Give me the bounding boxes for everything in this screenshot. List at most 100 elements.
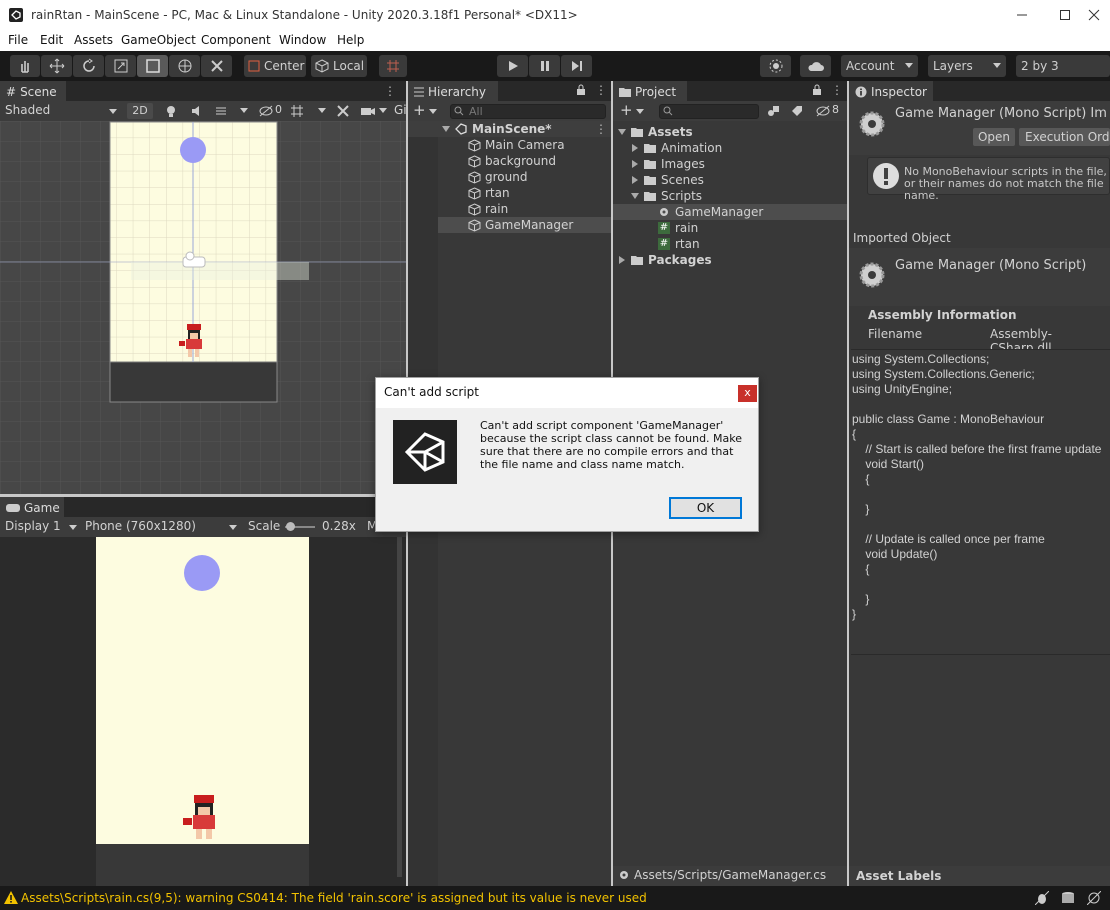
folder-packages[interactable]: Packages bbox=[613, 252, 847, 268]
lighting-icon[interactable] bbox=[164, 104, 178, 118]
menu-help[interactable]: Help bbox=[337, 33, 364, 47]
expand-arrow-icon[interactable] bbox=[618, 129, 626, 135]
folder-item[interactable]: Scripts bbox=[613, 188, 847, 204]
chevron-down-icon[interactable] bbox=[379, 108, 387, 113]
cache-server-icon[interactable] bbox=[1061, 891, 1075, 905]
folder-item[interactable]: Animation bbox=[613, 140, 847, 156]
scale-tool-icon[interactable] bbox=[105, 55, 136, 77]
chevron-down-icon[interactable] bbox=[240, 108, 248, 113]
grid-toggle-icon[interactable] bbox=[290, 104, 304, 118]
game-viewport[interactable] bbox=[0, 537, 406, 886]
list-item[interactable]: ground bbox=[408, 169, 611, 185]
status-bar[interactable]: Assets\Scripts\rain.cs(9,5): warning CS0… bbox=[0, 886, 1110, 910]
folder-item[interactable]: Images bbox=[613, 156, 847, 172]
list-item[interactable]: rain bbox=[408, 201, 611, 217]
effects-icon[interactable] bbox=[214, 104, 228, 118]
cloud-icon[interactable] bbox=[800, 55, 831, 77]
step-button[interactable] bbox=[561, 55, 592, 77]
scene-toolbar: Shaded 2D 0 Gi bbox=[0, 101, 407, 121]
gizmos-dropdown[interactable]: Gi bbox=[394, 103, 407, 117]
camera-icon[interactable] bbox=[360, 104, 376, 118]
account-dropdown[interactable]: Account bbox=[841, 55, 918, 77]
execution-order-button[interactable]: Execution Orde bbox=[1019, 128, 1110, 146]
chevron-right-icon[interactable] bbox=[632, 160, 638, 168]
add-icon[interactable]: + bbox=[413, 103, 426, 118]
list-item[interactable]: rtan bbox=[408, 185, 611, 201]
file-item[interactable]: GameManager bbox=[613, 204, 847, 220]
filter-type-icon[interactable] bbox=[766, 104, 780, 118]
close-icon[interactable] bbox=[1088, 9, 1100, 21]
folder-assets[interactable]: Assets bbox=[613, 124, 847, 140]
maximize-icon[interactable] bbox=[1059, 9, 1071, 21]
menu-assets[interactable]: Assets bbox=[74, 33, 113, 47]
panel-menu-icon[interactable]: ⋮ bbox=[384, 84, 396, 98]
auto-lighting-icon[interactable] bbox=[1087, 891, 1101, 905]
resolution-dropdown[interactable]: Phone (760x1280) bbox=[85, 519, 239, 533]
play-button[interactable] bbox=[497, 55, 528, 77]
add-icon[interactable]: + bbox=[620, 103, 633, 118]
scene-menu-icon[interactable]: ⋮ bbox=[595, 121, 607, 137]
lock-icon[interactable] bbox=[812, 84, 822, 96]
visibility-icon[interactable] bbox=[258, 104, 274, 118]
panel-menu-icon[interactable]: ⋮ bbox=[595, 83, 607, 97]
chevron-down-icon[interactable] bbox=[429, 109, 437, 114]
expand-arrow-icon[interactable] bbox=[631, 193, 639, 199]
transform-tool-icon[interactable] bbox=[169, 55, 200, 77]
tab-project[interactable]: Project bbox=[613, 81, 687, 101]
file-item[interactable]: # rain bbox=[613, 220, 847, 236]
chevron-right-icon[interactable] bbox=[632, 176, 638, 184]
rect-tool-icon[interactable] bbox=[137, 55, 168, 77]
bug-icon[interactable] bbox=[1035, 891, 1049, 905]
shading-dropdown[interactable]: Shaded bbox=[5, 103, 120, 119]
scale-slider-handle[interactable] bbox=[286, 522, 295, 531]
hierarchy-search-input[interactable]: All bbox=[450, 104, 606, 119]
custom-tool-icon[interactable] bbox=[201, 55, 232, 77]
display-dropdown[interactable]: Display 1 bbox=[5, 519, 79, 533]
list-item[interactable]: GameManager bbox=[438, 217, 611, 233]
dialog-close-button[interactable]: x bbox=[738, 385, 757, 402]
list-item[interactable]: background bbox=[408, 153, 611, 169]
menu-window[interactable]: Window bbox=[279, 33, 326, 47]
chevron-down-icon[interactable] bbox=[318, 108, 326, 113]
grid-snap-icon[interactable] bbox=[379, 55, 407, 77]
project-search-input[interactable] bbox=[659, 104, 759, 119]
menu-component[interactable]: Component bbox=[201, 33, 271, 47]
collab-icon[interactable] bbox=[760, 55, 791, 77]
panel-menu-icon[interactable]: ⋮ bbox=[831, 83, 843, 97]
tab-inspector[interactable]: Inspector bbox=[849, 81, 933, 101]
file-item[interactable]: # rtan bbox=[613, 236, 847, 252]
layout-dropdown[interactable]: 2 by 3 bbox=[1016, 55, 1110, 77]
2d-toggle[interactable]: 2D bbox=[127, 103, 153, 119]
tools-icon[interactable] bbox=[336, 104, 350, 118]
menu-file[interactable]: File bbox=[8, 33, 28, 47]
tab-hierarchy[interactable]: Hierarchy bbox=[408, 81, 498, 101]
hidden-packages-icon[interactable] bbox=[816, 104, 830, 118]
hand-tool-icon[interactable] bbox=[10, 55, 40, 77]
rotate-tool-icon[interactable] bbox=[73, 55, 104, 77]
pause-button[interactable] bbox=[529, 55, 560, 77]
layers-dropdown[interactable]: Layers bbox=[928, 55, 1006, 77]
label-tag-icon[interactable] bbox=[790, 104, 804, 118]
open-button[interactable]: Open bbox=[973, 128, 1015, 146]
list-item[interactable]: Main Camera bbox=[408, 137, 611, 153]
chevron-right-icon[interactable] bbox=[632, 144, 638, 152]
tab-scene[interactable]: # Scene bbox=[0, 81, 66, 101]
chevron-right-icon[interactable] bbox=[619, 256, 625, 264]
asset-labels-bar[interactable]: Asset Labels bbox=[849, 866, 1110, 886]
chevron-down-icon[interactable] bbox=[636, 109, 644, 114]
space-toggle[interactable]: Local bbox=[311, 55, 367, 77]
audio-icon[interactable] bbox=[190, 104, 204, 118]
scene-viewport[interactable] bbox=[0, 121, 406, 494]
move-tool-icon[interactable] bbox=[41, 55, 72, 77]
menu-gameobject[interactable]: GameObject bbox=[121, 33, 196, 47]
tab-game[interactable]: Game bbox=[0, 497, 64, 517]
pivot-toggle[interactable]: Center bbox=[244, 55, 306, 77]
minimize-icon[interactable] bbox=[1016, 9, 1028, 21]
folder-item[interactable]: Scenes bbox=[613, 172, 847, 188]
scene-root-row[interactable]: MainScene* ⋮ bbox=[408, 121, 611, 137]
ok-button[interactable]: OK bbox=[669, 497, 742, 519]
expand-arrow-icon[interactable] bbox=[442, 126, 450, 132]
menu-edit[interactable]: Edit bbox=[40, 33, 63, 47]
lock-icon[interactable] bbox=[576, 84, 586, 96]
folder-icon bbox=[644, 159, 658, 170]
